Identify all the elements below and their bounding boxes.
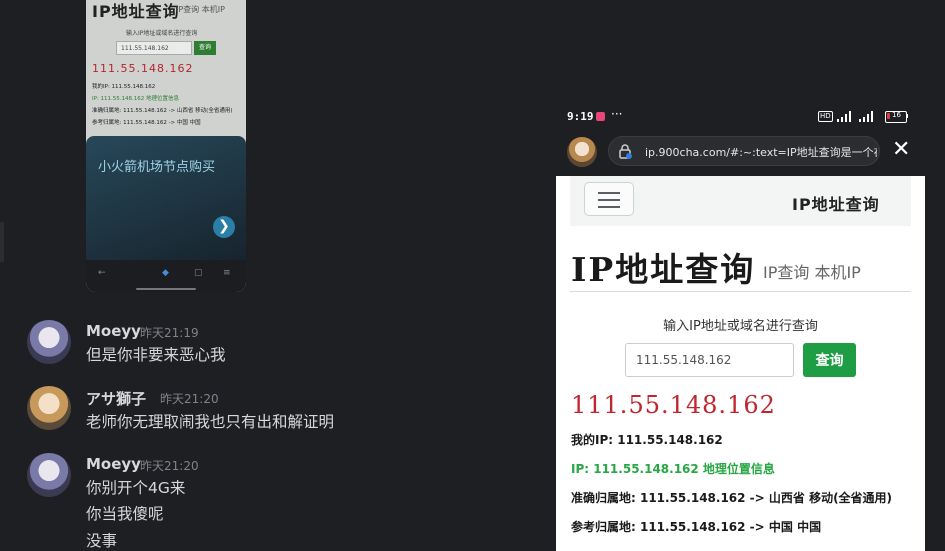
timestamp: 昨天21:19	[140, 326, 199, 340]
avatar[interactable]	[27, 320, 71, 364]
avatar[interactable]	[27, 386, 71, 430]
site-navbar: IP地址查询	[570, 176, 911, 226]
divider	[570, 291, 911, 292]
page-subtitle: IP查询 本机IP	[763, 263, 861, 282]
status-time: 9:19	[567, 110, 594, 123]
thumb-subtitle: IP查询 本机IP	[176, 5, 225, 14]
query-prompt: 输入IP地址或域名进行查询	[663, 319, 818, 334]
reference-location-line: 参考归属地: 111.55.148.162 -> 中国 中国	[571, 520, 822, 534]
result-ip: 111.55.148.162	[571, 391, 776, 419]
profile-avatar[interactable]	[567, 137, 597, 167]
thumb-line: 参考归属地: 111.55.148.162 -> 中国 中国	[92, 120, 201, 126]
message-text: 没事	[86, 532, 118, 550]
thumb-button: 查询	[194, 41, 216, 55]
message-text: 你别开个4G来	[86, 479, 186, 497]
home-icon: ◆	[162, 268, 169, 278]
lock-icon	[619, 144, 632, 159]
thumb-line: 准确归属地: 111.55.148.162 -> 山西省 移动(全省通用)	[92, 108, 233, 114]
site-brand[interactable]: IP地址查询	[792, 191, 880, 215]
tabs-icon: ▢	[194, 268, 203, 278]
signal-icon	[859, 110, 879, 122]
home-indicator	[136, 288, 196, 290]
more-icon: ···	[611, 107, 623, 121]
author-name[interactable]: アサ獅子	[86, 388, 146, 409]
phone-screenshot: 9:19 ··· HD 16 ip.900cha.com/#:~:text=IP…	[556, 101, 925, 551]
status-bar: 9:19 ··· HD 16	[556, 101, 925, 133]
menu-icon: ≡	[223, 268, 231, 278]
message-text: 你当我傻呢	[86, 505, 164, 523]
my-ip-line: 我的IP: 111.55.148.162	[571, 433, 723, 447]
thumb-line: 我的IP: 111.55.148.162	[92, 84, 156, 90]
battery-level: 16	[892, 111, 901, 119]
menu-toggle-button[interactable]	[584, 182, 634, 216]
close-icon[interactable]: ✕	[892, 139, 910, 161]
thumb-ip: 111.55.148.162	[92, 62, 194, 75]
page-title: IP地址查询	[571, 250, 756, 289]
hd-icon: HD	[818, 111, 833, 122]
back-icon: ←	[98, 268, 106, 278]
message-text: 老师你无理取闹我也只有出和解证明	[86, 413, 335, 431]
thumb-ad-banner: 小火箭机场节点购买 ❯	[86, 136, 246, 260]
ip-input[interactable]	[625, 343, 794, 377]
author-name[interactable]: Moeyy	[86, 455, 141, 473]
signal-icon	[837, 110, 857, 122]
thumb-ad-title: 小火箭机场节点购买	[98, 160, 216, 175]
timestamp: 昨天21:20	[160, 392, 219, 406]
chevron-right-icon: ❯	[213, 216, 235, 238]
battery-icon: 16	[885, 111, 907, 123]
image-attachment[interactable]: IP地址查询 IP查询 本机IP 输入IP地址或域名进行查询 111.55.14…	[86, 0, 246, 292]
url-text: ip.900cha.com/#:~:text=IP地址查询是一个在	[645, 146, 877, 159]
thumb-line: IP: 111.55.148.162 地理位置信息	[92, 96, 180, 102]
notification-icon	[596, 112, 605, 121]
thumb-input: 111.55.148.162	[116, 41, 192, 55]
battery-tip	[906, 114, 908, 118]
thumb-title: IP地址查询	[92, 2, 180, 21]
scroll-edge	[0, 222, 4, 262]
geo-header-line: IP: 111.55.148.162 地理位置信息	[571, 462, 775, 476]
author-name[interactable]: Moeyy	[86, 322, 141, 340]
browser-toolbar: ip.900cha.com/#:~:text=IP地址查询是一个在 ✕	[556, 133, 925, 176]
thumb-prompt: 输入IP地址或域名进行查询	[126, 30, 198, 37]
accurate-location-line: 准确归属地: 111.55.148.162 -> 山西省 移动(全省通用)	[571, 491, 893, 505]
avatar[interactable]	[27, 453, 71, 497]
timestamp: 昨天21:20	[140, 459, 199, 473]
query-button[interactable]: 查询	[803, 343, 856, 377]
address-bar[interactable]: ip.900cha.com/#:~:text=IP地址查询是一个在	[608, 136, 880, 166]
message-text: 但是你非要来恶心我	[86, 346, 226, 364]
